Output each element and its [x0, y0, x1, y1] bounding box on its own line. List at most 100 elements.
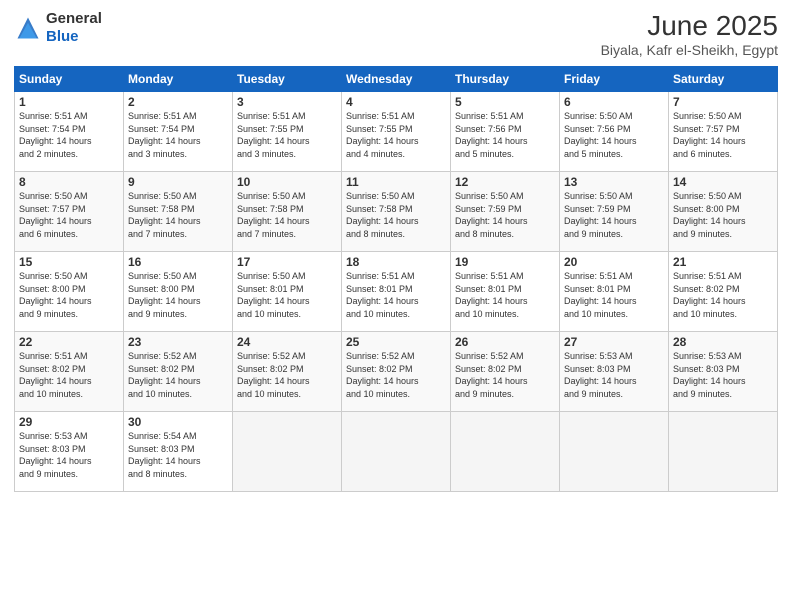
calendar-header-row: Sunday Monday Tuesday Wednesday Thursday… [15, 67, 778, 92]
day-info: Sunrise: 5:53 AM Sunset: 8:03 PM Dayligh… [19, 430, 119, 480]
day-number: 10 [237, 175, 337, 189]
calendar-cell: 29Sunrise: 5:53 AM Sunset: 8:03 PM Dayli… [15, 412, 124, 492]
calendar-subtitle: Biyala, Kafr el-Sheikh, Egypt [601, 42, 778, 58]
day-number: 5 [455, 95, 555, 109]
calendar-cell: 20Sunrise: 5:51 AM Sunset: 8:01 PM Dayli… [560, 252, 669, 332]
calendar-cell: 9Sunrise: 5:50 AM Sunset: 7:58 PM Daylig… [124, 172, 233, 252]
calendar-cell: 6Sunrise: 5:50 AM Sunset: 7:56 PM Daylig… [560, 92, 669, 172]
day-info: Sunrise: 5:52 AM Sunset: 8:02 PM Dayligh… [237, 350, 337, 400]
col-saturday: Saturday [669, 67, 778, 92]
day-number: 26 [455, 335, 555, 349]
calendar-title: June 2025 [601, 10, 778, 42]
calendar-cell: 21Sunrise: 5:51 AM Sunset: 8:02 PM Dayli… [669, 252, 778, 332]
day-info: Sunrise: 5:50 AM Sunset: 7:59 PM Dayligh… [455, 190, 555, 240]
day-info: Sunrise: 5:50 AM Sunset: 8:01 PM Dayligh… [237, 270, 337, 320]
day-info: Sunrise: 5:52 AM Sunset: 8:02 PM Dayligh… [128, 350, 228, 400]
day-number: 1 [19, 95, 119, 109]
day-info: Sunrise: 5:50 AM Sunset: 7:58 PM Dayligh… [237, 190, 337, 240]
calendar-cell: 26Sunrise: 5:52 AM Sunset: 8:02 PM Dayli… [451, 332, 560, 412]
calendar-cell: 5Sunrise: 5:51 AM Sunset: 7:56 PM Daylig… [451, 92, 560, 172]
calendar-cell: 27Sunrise: 5:53 AM Sunset: 8:03 PM Dayli… [560, 332, 669, 412]
day-number: 12 [455, 175, 555, 189]
day-info: Sunrise: 5:54 AM Sunset: 8:03 PM Dayligh… [128, 430, 228, 480]
day-number: 22 [19, 335, 119, 349]
calendar-cell [233, 412, 342, 492]
calendar-table: Sunday Monday Tuesday Wednesday Thursday… [14, 66, 778, 492]
day-number: 28 [673, 335, 773, 349]
logo-text: General Blue [46, 10, 102, 46]
day-info: Sunrise: 5:52 AM Sunset: 8:02 PM Dayligh… [346, 350, 446, 400]
day-info: Sunrise: 5:52 AM Sunset: 8:02 PM Dayligh… [455, 350, 555, 400]
day-number: 30 [128, 415, 228, 429]
day-info: Sunrise: 5:50 AM Sunset: 7:58 PM Dayligh… [128, 190, 228, 240]
title-block: June 2025 Biyala, Kafr el-Sheikh, Egypt [601, 10, 778, 58]
calendar-cell [451, 412, 560, 492]
logo-general-text: General [46, 10, 102, 27]
day-info: Sunrise: 5:53 AM Sunset: 8:03 PM Dayligh… [564, 350, 664, 400]
calendar-cell: 1Sunrise: 5:51 AM Sunset: 7:54 PM Daylig… [15, 92, 124, 172]
day-info: Sunrise: 5:50 AM Sunset: 8:00 PM Dayligh… [19, 270, 119, 320]
calendar-cell: 28Sunrise: 5:53 AM Sunset: 8:03 PM Dayli… [669, 332, 778, 412]
day-info: Sunrise: 5:51 AM Sunset: 8:02 PM Dayligh… [673, 270, 773, 320]
day-info: Sunrise: 5:53 AM Sunset: 8:03 PM Dayligh… [673, 350, 773, 400]
calendar-week-2: 8Sunrise: 5:50 AM Sunset: 7:57 PM Daylig… [15, 172, 778, 252]
day-info: Sunrise: 5:50 AM Sunset: 8:00 PM Dayligh… [673, 190, 773, 240]
day-number: 14 [673, 175, 773, 189]
day-number: 3 [237, 95, 337, 109]
day-info: Sunrise: 5:50 AM Sunset: 7:58 PM Dayligh… [346, 190, 446, 240]
day-number: 18 [346, 255, 446, 269]
col-tuesday: Tuesday [233, 67, 342, 92]
day-info: Sunrise: 5:51 AM Sunset: 7:54 PM Dayligh… [128, 110, 228, 160]
day-number: 17 [237, 255, 337, 269]
day-number: 4 [346, 95, 446, 109]
logo-icon [14, 14, 42, 42]
calendar-cell: 11Sunrise: 5:50 AM Sunset: 7:58 PM Dayli… [342, 172, 451, 252]
day-info: Sunrise: 5:50 AM Sunset: 7:57 PM Dayligh… [19, 190, 119, 240]
calendar-cell: 8Sunrise: 5:50 AM Sunset: 7:57 PM Daylig… [15, 172, 124, 252]
calendar-cell: 7Sunrise: 5:50 AM Sunset: 7:57 PM Daylig… [669, 92, 778, 172]
col-wednesday: Wednesday [342, 67, 451, 92]
calendar-cell: 18Sunrise: 5:51 AM Sunset: 8:01 PM Dayli… [342, 252, 451, 332]
day-number: 23 [128, 335, 228, 349]
day-info: Sunrise: 5:51 AM Sunset: 7:54 PM Dayligh… [19, 110, 119, 160]
day-number: 8 [19, 175, 119, 189]
calendar-cell: 15Sunrise: 5:50 AM Sunset: 8:00 PM Dayli… [15, 252, 124, 332]
day-info: Sunrise: 5:50 AM Sunset: 7:56 PM Dayligh… [564, 110, 664, 160]
calendar-cell: 4Sunrise: 5:51 AM Sunset: 7:55 PM Daylig… [342, 92, 451, 172]
calendar-cell: 12Sunrise: 5:50 AM Sunset: 7:59 PM Dayli… [451, 172, 560, 252]
day-info: Sunrise: 5:51 AM Sunset: 7:55 PM Dayligh… [237, 110, 337, 160]
day-number: 15 [19, 255, 119, 269]
day-number: 19 [455, 255, 555, 269]
calendar-week-4: 22Sunrise: 5:51 AM Sunset: 8:02 PM Dayli… [15, 332, 778, 412]
calendar-cell: 2Sunrise: 5:51 AM Sunset: 7:54 PM Daylig… [124, 92, 233, 172]
day-number: 2 [128, 95, 228, 109]
page: General Blue June 2025 Biyala, Kafr el-S… [0, 0, 792, 612]
col-friday: Friday [560, 67, 669, 92]
calendar-week-5: 29Sunrise: 5:53 AM Sunset: 8:03 PM Dayli… [15, 412, 778, 492]
day-number: 9 [128, 175, 228, 189]
calendar-cell: 30Sunrise: 5:54 AM Sunset: 8:03 PM Dayli… [124, 412, 233, 492]
calendar-cell [560, 412, 669, 492]
day-number: 21 [673, 255, 773, 269]
calendar-cell: 3Sunrise: 5:51 AM Sunset: 7:55 PM Daylig… [233, 92, 342, 172]
calendar-cell: 17Sunrise: 5:50 AM Sunset: 8:01 PM Dayli… [233, 252, 342, 332]
day-info: Sunrise: 5:51 AM Sunset: 7:55 PM Dayligh… [346, 110, 446, 160]
day-number: 13 [564, 175, 664, 189]
day-number: 11 [346, 175, 446, 189]
calendar-cell: 19Sunrise: 5:51 AM Sunset: 8:01 PM Dayli… [451, 252, 560, 332]
calendar-cell [669, 412, 778, 492]
day-number: 20 [564, 255, 664, 269]
logo-blue-text: Blue [46, 28, 79, 45]
calendar-cell: 16Sunrise: 5:50 AM Sunset: 8:00 PM Dayli… [124, 252, 233, 332]
calendar-cell: 10Sunrise: 5:50 AM Sunset: 7:58 PM Dayli… [233, 172, 342, 252]
day-info: Sunrise: 5:51 AM Sunset: 8:01 PM Dayligh… [455, 270, 555, 320]
calendar-cell: 23Sunrise: 5:52 AM Sunset: 8:02 PM Dayli… [124, 332, 233, 412]
col-thursday: Thursday [451, 67, 560, 92]
day-info: Sunrise: 5:51 AM Sunset: 8:01 PM Dayligh… [346, 270, 446, 320]
day-number: 29 [19, 415, 119, 429]
calendar-week-3: 15Sunrise: 5:50 AM Sunset: 8:00 PM Dayli… [15, 252, 778, 332]
day-info: Sunrise: 5:50 AM Sunset: 8:00 PM Dayligh… [128, 270, 228, 320]
calendar-cell: 14Sunrise: 5:50 AM Sunset: 8:00 PM Dayli… [669, 172, 778, 252]
day-number: 16 [128, 255, 228, 269]
day-number: 25 [346, 335, 446, 349]
